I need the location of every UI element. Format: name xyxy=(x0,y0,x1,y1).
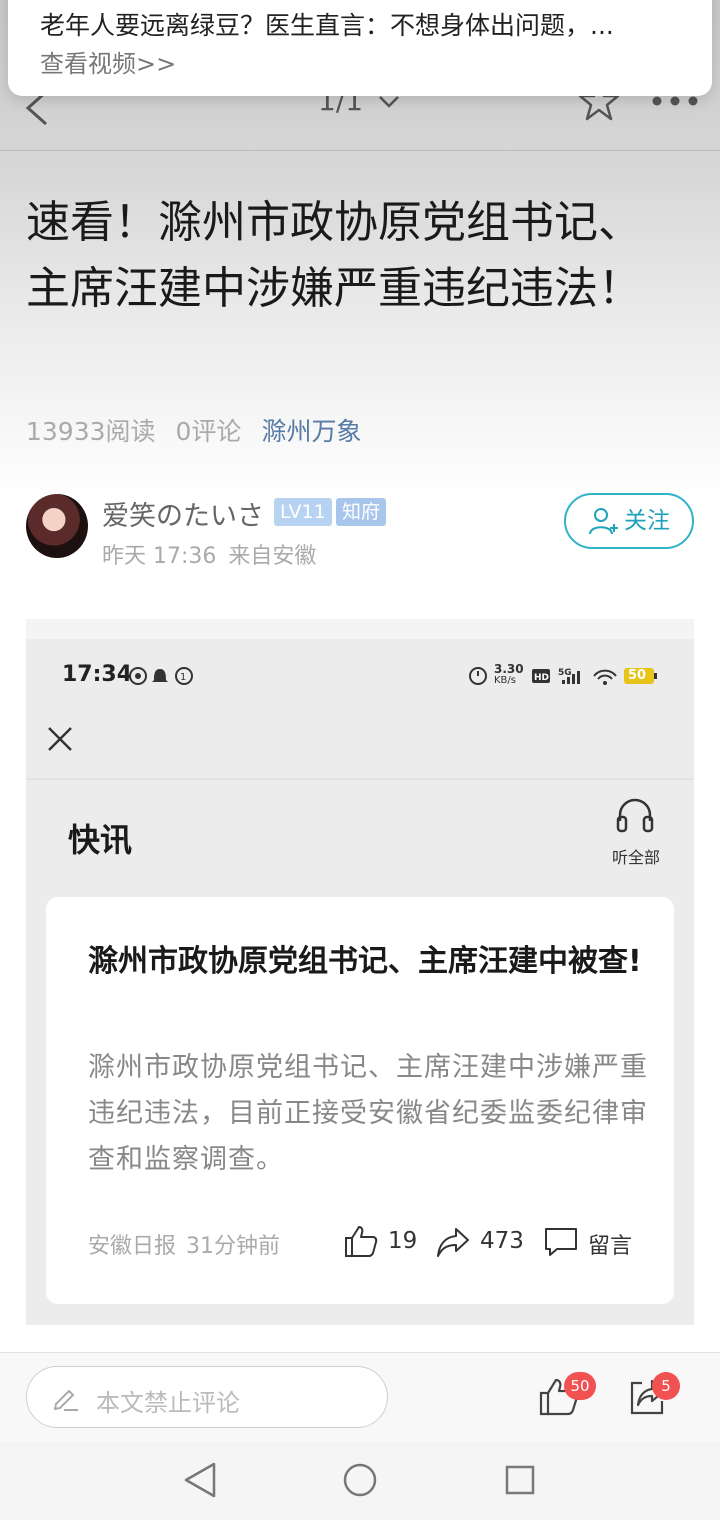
battery-level: 50 xyxy=(628,668,647,683)
level-badge: LV11 xyxy=(274,498,332,526)
card-source: 安徽日报 31分钟前 xyxy=(88,1228,290,1260)
net-speed-unit: KB/s xyxy=(494,675,516,686)
author-time: 昨天 17:36 来自安徽 xyxy=(102,538,328,570)
follow-label: 关注 xyxy=(624,508,670,534)
card-body: 滁州市政协原党组书记、主席汪建中涉嫌严重违纪违法，目前正接受安徽省纪委监委纪律审… xyxy=(88,1052,648,1175)
read-count: 13933阅读 xyxy=(26,417,156,446)
popup-title[interactable]: 老年人要远离绿豆？医生直言：不想身体出问题，... xyxy=(40,6,680,42)
pen-icon xyxy=(54,1390,78,1411)
listen-all-label[interactable]: 听全部 xyxy=(612,844,660,868)
share-badge: 5 xyxy=(652,1372,680,1400)
svg-text:1: 1 xyxy=(180,672,186,683)
screenshot-top-strip xyxy=(26,619,694,639)
comment-label[interactable]: 留言 xyxy=(588,1228,632,1260)
comment-placeholder: 本文禁止评论 xyxy=(96,1389,240,1417)
net-speed-value: 3.30 xyxy=(494,662,524,676)
system-back-icon[interactable] xyxy=(182,1461,218,1499)
follow-button[interactable]: 关注 xyxy=(564,493,694,549)
status-time: 17:34 xyxy=(62,662,133,687)
card-title: 滁州市政协原党组书记、主席汪建中被查! xyxy=(88,944,642,979)
system-home-icon[interactable] xyxy=(342,1462,378,1498)
thumbs-up-icon[interactable] xyxy=(344,1224,378,1258)
share-icon[interactable] xyxy=(436,1226,470,1258)
comment-count: 0评论 xyxy=(175,417,242,446)
article-title: 速看！滁州市政协原党组书记、主席汪建中涉嫌严重违纪违法！ xyxy=(26,197,642,314)
close-icon[interactable] xyxy=(46,725,74,753)
avatar[interactable] xyxy=(26,494,88,558)
notification-icons: 1 xyxy=(129,667,193,685)
author-name[interactable]: 爱笑のたいさ xyxy=(102,494,264,533)
post-location: 来自安徽 xyxy=(228,544,317,569)
like-badge: 50 xyxy=(564,1372,596,1400)
system-recent-icon[interactable] xyxy=(504,1464,536,1496)
screenshot-divider xyxy=(26,778,694,780)
share-count: 473 xyxy=(480,1228,524,1254)
more-icon[interactable] xyxy=(650,94,700,108)
svg-text:5G: 5G xyxy=(558,668,572,678)
svg-text:HD: HD xyxy=(534,673,549,683)
card-source-name: 安徽日报 xyxy=(88,1234,177,1259)
chevron-down-icon xyxy=(379,96,399,108)
add-user-icon xyxy=(589,508,618,535)
card-time: 31分钟前 xyxy=(186,1234,281,1259)
article-meta: 13933阅读 0评论 滁州万象 xyxy=(26,412,381,448)
post-time: 昨天 17:36 xyxy=(102,544,217,569)
section-title: 快讯 xyxy=(68,821,133,859)
comment-icon[interactable] xyxy=(543,1226,579,1258)
nav-divider xyxy=(0,150,720,151)
headphones-icon[interactable] xyxy=(616,797,654,833)
rank-badge: 知府 xyxy=(336,498,387,526)
like-count: 19 xyxy=(388,1228,418,1254)
source-link[interactable]: 滁州万象 xyxy=(261,417,361,446)
net-speed: 3.30 KB/s xyxy=(494,663,524,687)
popup-link[interactable]: 查看视频>> xyxy=(40,44,176,79)
